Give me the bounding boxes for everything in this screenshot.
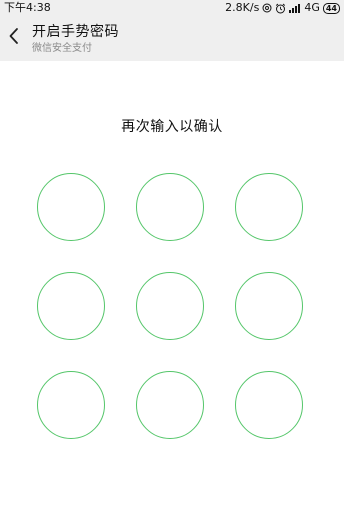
pattern-dot[interactable] [235,272,303,340]
status-time: 下午4:38 [4,1,51,14]
signal-icon [289,3,301,13]
pattern-dot[interactable] [136,272,204,340]
back-button[interactable] [2,22,26,54]
network-speed: 2.8K/s [225,1,260,14]
chevron-left-icon [8,27,20,49]
pattern-dot[interactable] [37,371,105,439]
page-title: 开启手势密码 [32,24,119,40]
status-icons: 2.8K/s 4G 44 [225,0,340,16]
battery-icon: 44 [322,2,340,14]
confirm-prompt: 再次输入以确认 [121,119,223,135]
pattern-dot[interactable] [235,371,303,439]
network-4g-icon: 4G [304,1,320,14]
pattern-dot[interactable] [136,371,204,439]
pattern-dot[interactable] [136,173,204,241]
status-bar: 下午4:38 2.8K/s 4G 44 [0,0,344,16]
no-disturb-icon [262,3,272,13]
app-header: 开启手势密码 微信安全支付 [0,16,344,61]
page-subtitle: 微信安全支付 [32,43,92,54]
pattern-dot[interactable] [37,272,105,340]
pattern-dot[interactable] [235,173,303,241]
pattern-dot[interactable] [37,173,105,241]
alarm-icon [275,3,286,14]
gesture-pattern-grid[interactable] [37,173,307,443]
